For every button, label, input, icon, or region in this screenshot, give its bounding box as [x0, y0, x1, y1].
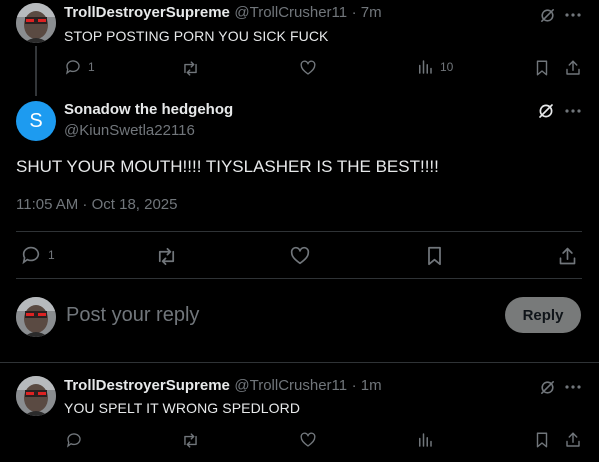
tweet-header: TrollDestroyerSupreme @TrollCrusher11 · …	[64, 4, 382, 22]
tweet-text: YOU SPELT IT WRONG SPEDLORD	[64, 400, 301, 416]
bookmark-icon[interactable]	[532, 58, 552, 78]
views-action[interactable]: 10	[416, 58, 453, 76]
post-time[interactable]: · 7m	[352, 4, 382, 21]
tweet-header: TrollDestroyerSupreme @TrollCrusher11 · …	[64, 377, 382, 395]
more-icon[interactable]	[563, 377, 583, 397]
share-icon[interactable]	[563, 58, 583, 78]
reply-icon[interactable]	[64, 430, 84, 450]
repost-icon[interactable]	[180, 430, 200, 450]
bookmark-icon[interactable]	[422, 244, 446, 268]
main-tweet-text: SHUT YOUR MOUTH!!!! TIYSLASHER IS THE BE…	[16, 157, 439, 176]
display-name[interactable]: TrollDestroyerSupreme	[64, 377, 230, 394]
grok-icon[interactable]	[537, 377, 557, 397]
reply-action[interactable]: 1	[64, 58, 95, 76]
handle[interactable]: @TrollCrusher11	[234, 4, 347, 21]
share-icon[interactable]	[563, 430, 583, 450]
divider	[16, 231, 582, 232]
reply-count: 1	[88, 60, 95, 74]
avatar[interactable]	[16, 3, 56, 43]
thread-line	[35, 46, 37, 96]
display-name[interactable]: Sonadow the hedgehog	[64, 101, 233, 118]
repost-icon[interactable]	[154, 244, 178, 268]
handle[interactable]: @TrollCrusher11	[234, 377, 347, 394]
divider	[16, 278, 582, 279]
share-icon[interactable]	[555, 244, 579, 268]
avatar[interactable]	[16, 297, 56, 337]
more-icon[interactable]	[563, 5, 583, 25]
handle[interactable]: @KiunSwetla22116	[64, 122, 195, 139]
post-time[interactable]: · 1m	[352, 377, 382, 394]
tweet-text: STOP POSTING PORN YOU SICK FUCK	[64, 28, 329, 44]
more-icon[interactable]	[563, 101, 583, 121]
avatar-letter: S	[29, 109, 43, 132]
reply-icon	[64, 58, 82, 76]
like-icon[interactable]	[288, 244, 312, 268]
views-count: 10	[440, 60, 454, 74]
grok-icon[interactable]	[536, 101, 556, 121]
reply-button[interactable]: Reply	[505, 297, 581, 333]
avatar[interactable]: S	[16, 101, 56, 141]
reply-input[interactable]: Post your reply	[66, 304, 199, 327]
repost-icon[interactable]	[180, 58, 200, 78]
reply-count: 1	[48, 248, 55, 262]
timestamp[interactable]: 11:05 AM · Oct 18, 2025	[16, 196, 177, 213]
display-name[interactable]: TrollDestroyerSupreme	[64, 4, 230, 21]
views-icon	[416, 58, 434, 76]
views-icon[interactable]	[415, 430, 435, 450]
reply-icon	[20, 244, 42, 266]
like-icon[interactable]	[298, 58, 318, 78]
divider	[0, 362, 599, 363]
grok-icon[interactable]	[537, 5, 557, 25]
like-icon[interactable]	[298, 430, 318, 450]
reply-action[interactable]: 1	[20, 244, 55, 266]
avatar[interactable]	[16, 376, 56, 416]
bookmark-icon[interactable]	[532, 430, 552, 450]
